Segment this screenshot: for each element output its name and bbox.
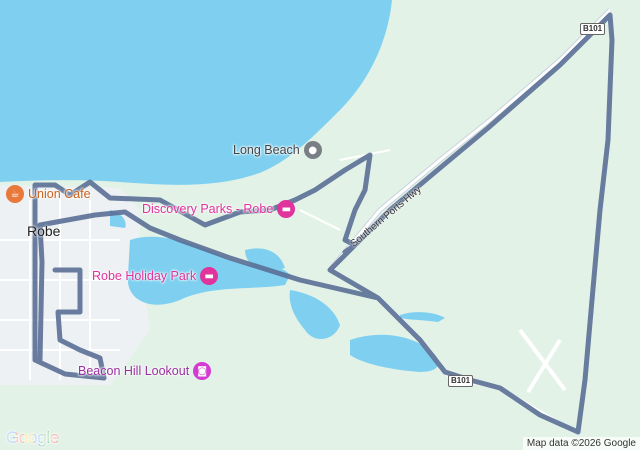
poi-long-beach-label: Long Beach <box>233 143 300 157</box>
poi-robe-holiday-park-label: Robe Holiday Park <box>92 269 197 283</box>
lake-3 <box>289 290 340 340</box>
bed-icon: ▬ <box>277 200 296 218</box>
poi-robe-holiday-park[interactable]: Robe Holiday Park ▬ <box>92 267 219 285</box>
lake-6 <box>400 312 445 322</box>
poi-union-cafe-label: Union Cafe <box>28 187 91 201</box>
place-pin-icon: ● <box>303 141 322 159</box>
town-label-robe: Robe <box>27 223 61 239</box>
map-attribution: Map data ©2026 Google <box>522 437 640 450</box>
map-base-layer <box>0 0 615 435</box>
camera-icon: ◙ <box>193 362 212 380</box>
road-shield-b101-south: B101 <box>448 375 474 387</box>
google-logo: Google <box>6 428 59 448</box>
poi-union-cafe[interactable]: ☕ Union Cafe <box>6 185 91 203</box>
bed-icon: ▬ <box>200 267 219 285</box>
coffee-cup-icon: ☕ <box>6 185 24 203</box>
sea-water <box>0 0 392 185</box>
poi-discovery-parks-label: Discovery Parks - Robe <box>142 202 274 216</box>
road-shield-b101-north: B101 <box>580 23 606 35</box>
poi-discovery-parks[interactable]: Discovery Parks - Robe ▬ <box>142 200 296 218</box>
google-logo-text: Google <box>6 428 60 447</box>
lake-4 <box>350 334 439 372</box>
poi-beacon-hill-lookout-label: Beacon Hill Lookout <box>78 364 190 378</box>
map-canvas[interactable]: Robe Long Beach ● ☕ Union Cafe Discovery… <box>0 0 640 450</box>
poi-long-beach[interactable]: Long Beach ● <box>233 141 322 159</box>
poi-beacon-hill-lookout[interactable]: Beacon Hill Lookout ◙ <box>78 362 212 380</box>
airstrip <box>518 328 567 394</box>
